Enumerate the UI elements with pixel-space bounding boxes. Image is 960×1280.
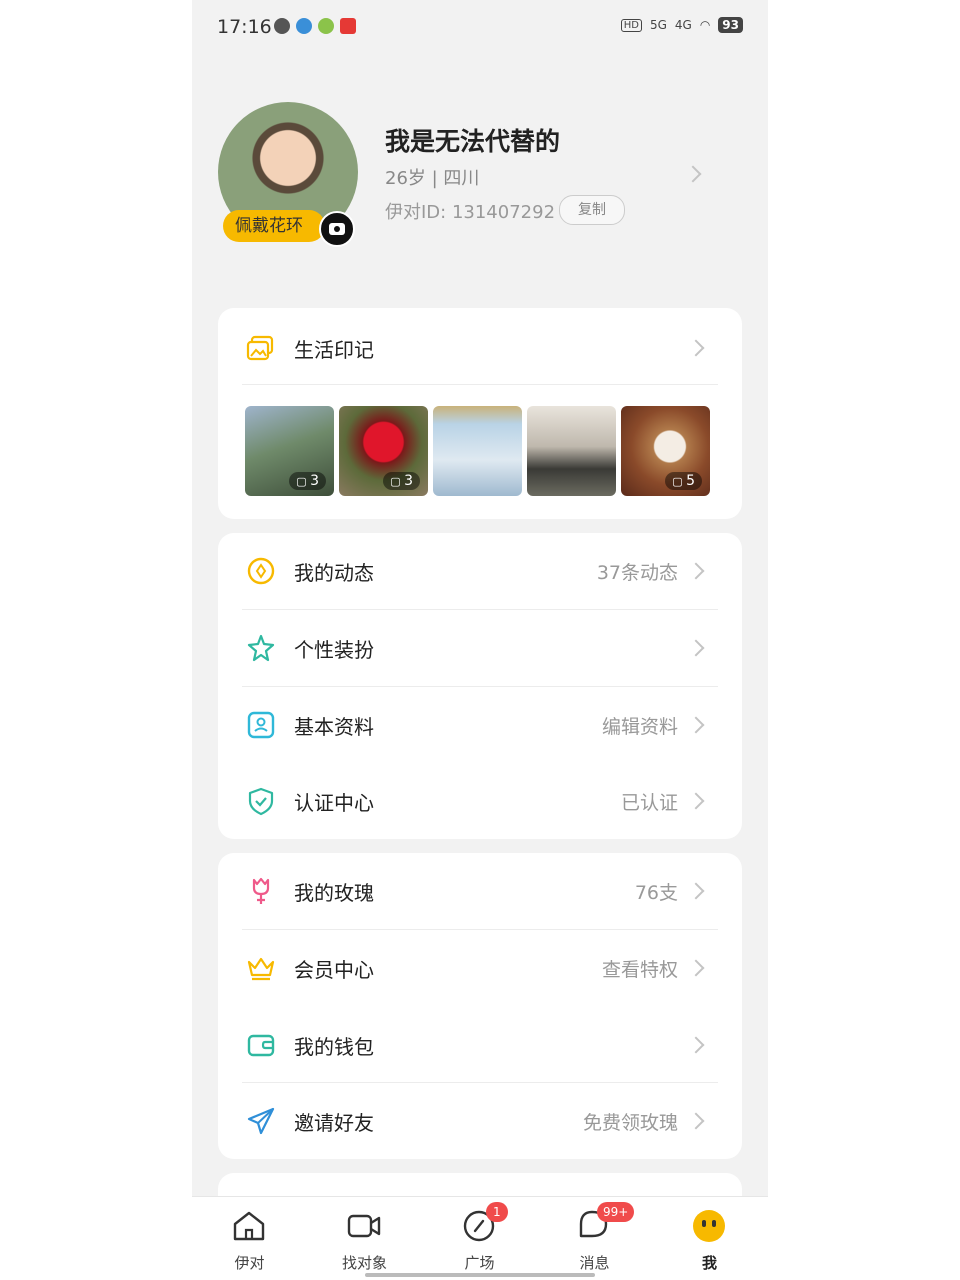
star-icon <box>247 634 275 662</box>
life-album-row[interactable]: 生活印记 <box>218 310 742 386</box>
app-icon <box>340 18 356 34</box>
menu-item-value: 查看特权 <box>601 959 678 981</box>
photo-thumb[interactable]: 3 <box>245 406 334 496</box>
tab-label: 找对象 <box>341 1254 387 1272</box>
photo-strip: 3 3 5 <box>245 406 710 496</box>
photo-thumb[interactable] <box>527 406 616 496</box>
tab-label: 我 <box>701 1254 717 1272</box>
menu-item-label: 个性装扮 <box>294 638 374 662</box>
photo-count: 5 <box>665 472 702 490</box>
battery-level: 93 <box>718 17 743 33</box>
menu-item-label: 我的动态 <box>294 561 374 585</box>
divider <box>242 384 718 385</box>
chevron-right-icon <box>687 792 705 810</box>
menu-item-roses[interactable]: 我的玫瑰 76支 <box>218 853 742 929</box>
menu-item-moments[interactable]: 我的动态 37条动态 <box>218 533 742 609</box>
chevron-right-icon <box>687 1036 705 1054</box>
profile-info: 26岁 | 四川 <box>385 168 480 189</box>
wifi-icon: ◠ <box>699 18 711 32</box>
chevron-right-icon <box>687 639 705 657</box>
menu-item-vip[interactable]: 会员中心 查看特权 <box>218 930 742 1006</box>
chevron-right-icon <box>687 882 705 900</box>
tab-label: 消息 <box>579 1254 610 1272</box>
menu-item-invite[interactable]: 邀请好友 免费领玫瑰 <box>218 1083 742 1159</box>
menu-item-label: 邀请好友 <box>294 1111 374 1135</box>
video-icon <box>347 1214 381 1238</box>
chevron-right-icon <box>687 1112 705 1130</box>
menu-card-profile: 我的动态 37条动态 个性装扮 基本资料 编辑资料 认证中心 已认证 <box>218 533 742 839</box>
send-icon <box>247 1107 275 1135</box>
profile-header[interactable]: 佩戴花环 我是无法代替的 26岁 | 四川 伊对ID: 131407292 复制 <box>192 100 768 250</box>
tab-me[interactable]: 我 <box>652 1197 767 1280</box>
tab-find[interactable]: 找对象 <box>307 1197 422 1280</box>
phone-screen: 17:16 HD 5G 4G ◠ 93 佩戴花环 我是无法代替的 26岁 | 四… <box>192 0 768 1280</box>
menu-item-value: 免费领玫瑰 <box>582 1112 678 1134</box>
menu-item-value: 编辑资料 <box>601 716 678 738</box>
notification-icons <box>274 18 356 34</box>
tab-messages[interactable]: 99+ 消息 <box>537 1197 652 1280</box>
home-icon <box>233 1211 265 1241</box>
me-icon <box>693 1210 725 1242</box>
tab-label: 广场 <box>464 1254 495 1272</box>
menu-item-value: 76支 <box>634 882 678 904</box>
menu-item-label: 会员中心 <box>294 958 374 982</box>
tab-home[interactable]: 伊对 <box>192 1197 307 1280</box>
status-time: 17:16 <box>217 16 272 38</box>
menu-item-wallet[interactable]: 我的钱包 <box>218 1007 742 1083</box>
life-album-title: 生活印记 <box>294 338 374 362</box>
copy-id-button[interactable]: 复制 <box>559 195 625 225</box>
tab-square[interactable]: 1 广场 <box>422 1197 537 1280</box>
tab-badge: 1 <box>486 1202 508 1222</box>
status-bar: 17:16 HD 5G 4G ◠ 93 <box>192 0 768 56</box>
menu-item-basic-info[interactable]: 基本资料 编辑资料 <box>218 687 742 763</box>
hd-icon: HD <box>620 18 642 32</box>
menu-item-value: 已认证 <box>620 792 678 814</box>
chevron-right-icon <box>687 959 705 977</box>
menu-item-label: 我的玫瑰 <box>294 881 374 905</box>
photo-thumb[interactable]: 3 <box>339 406 428 496</box>
photo-album-icon <box>246 335 274 361</box>
chevron-right-icon <box>687 562 705 580</box>
photo-count: 3 <box>383 472 420 490</box>
profile-name: 我是无法代替的 <box>385 127 561 156</box>
home-indicator <box>365 1273 595 1277</box>
shield-icon <box>248 787 274 816</box>
id-card-icon <box>247 711 275 739</box>
camera-icon[interactable] <box>319 211 355 247</box>
photo-thumb[interactable] <box>433 406 522 496</box>
network-4g: 4G <box>674 18 692 32</box>
bottom-tab-bar: 伊对 找对象 1 广场 99+ 消息 我 <box>192 1196 768 1280</box>
wreath-badge[interactable]: 佩戴花环 <box>223 210 325 242</box>
menu-item-label: 认证中心 <box>294 791 374 815</box>
app-icon <box>318 18 334 34</box>
chevron-right-icon <box>687 339 705 357</box>
photo-count: 3 <box>289 472 326 490</box>
tab-label: 伊对 <box>234 1254 265 1272</box>
menu-item-value: 37条动态 <box>596 562 678 584</box>
compass-icon <box>247 557 275 585</box>
menu-item-label: 我的钱包 <box>294 1035 374 1059</box>
chevron-right-icon <box>687 716 705 734</box>
wallet-icon <box>247 1034 275 1057</box>
crown-icon <box>247 957 275 981</box>
photo-thumb[interactable]: 5 <box>621 406 710 496</box>
menu-card-services: 我的玫瑰 76支 会员中心 查看特权 我的钱包 邀请好友 免费领玫瑰 <box>218 853 742 1159</box>
menu-item-decoration[interactable]: 个性装扮 <box>218 610 742 686</box>
menu-item-verification[interactable]: 认证中心 已认证 <box>218 763 742 839</box>
life-album-card: 生活印记 3 3 5 <box>218 308 742 519</box>
network-5g: 5G <box>649 18 667 32</box>
status-right: HD 5G 4G ◠ 93 <box>620 17 743 33</box>
notification-icon <box>274 18 290 34</box>
chevron-right-icon <box>684 165 702 183</box>
profile-id: 伊对ID: 131407292 <box>385 202 556 223</box>
rose-icon <box>252 877 270 904</box>
qq-icon <box>296 18 312 34</box>
tab-badge: 99+ <box>597 1202 635 1222</box>
menu-item-label: 基本资料 <box>294 715 374 739</box>
